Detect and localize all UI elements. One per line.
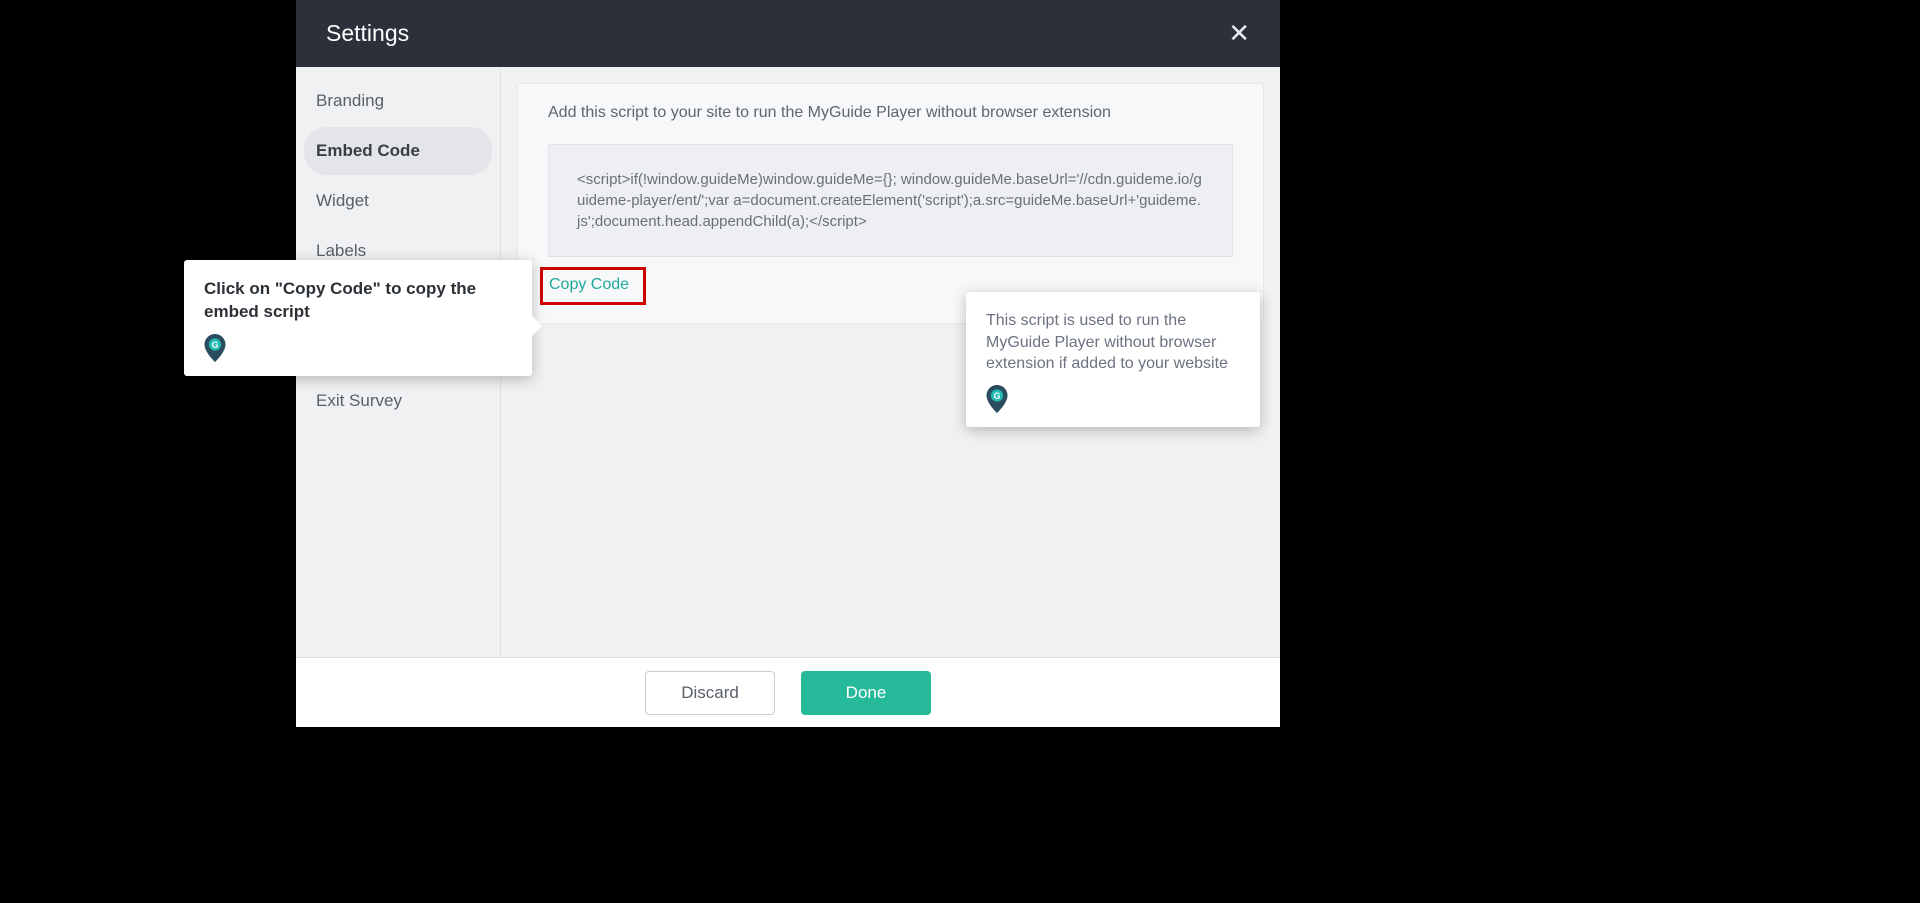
modal-header: Settings ✕ [296, 0, 1280, 67]
script-code-box: <script>if(!window.guideMe)window.guideM… [548, 144, 1233, 257]
modal-footer: Discard Done [296, 657, 1280, 727]
sidebar-item-label: Exit Survey [316, 391, 402, 410]
svg-text:G: G [994, 391, 1001, 401]
instruction-text: Add this script to your site to run the … [548, 104, 1233, 122]
svg-text:G: G [212, 340, 219, 350]
sidebar-item-label: Embed Code [316, 141, 420, 160]
sidebar-item-branding[interactable]: Branding [304, 77, 492, 125]
pin-icon: G [986, 385, 1240, 413]
guide-tooltip-copy: Click on "Copy Code" to copy the embed s… [184, 260, 532, 376]
tooltip-text: This script is used to run the MyGuide P… [986, 310, 1240, 375]
sidebar-item-widget[interactable]: Widget [304, 177, 492, 225]
pin-icon: G [204, 334, 512, 362]
discard-button[interactable]: Discard [645, 671, 775, 715]
tooltip-text: Click on "Copy Code" to copy the embed s… [204, 278, 512, 324]
copy-code-highlight: Copy Code [540, 267, 646, 305]
sidebar-item-embed-code[interactable]: Embed Code [304, 127, 492, 175]
guide-tooltip-script-info: This script is used to run the MyGuide P… [966, 292, 1260, 427]
modal-title: Settings [326, 20, 409, 47]
sidebar-item-label: Labels [316, 241, 366, 260]
sidebar-item-label: Branding [316, 91, 384, 110]
sidebar-item-exit-survey[interactable]: Exit Survey [304, 377, 492, 425]
done-button[interactable]: Done [801, 671, 931, 715]
close-icon[interactable]: ✕ [1228, 18, 1250, 49]
embed-code-card: Add this script to your site to run the … [517, 83, 1264, 324]
copy-code-button[interactable]: Copy Code [549, 276, 629, 294]
sidebar-item-label: Widget [316, 191, 369, 210]
